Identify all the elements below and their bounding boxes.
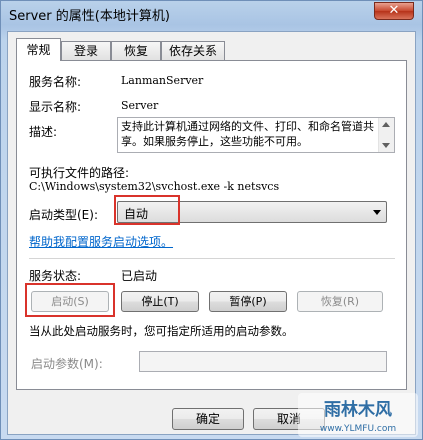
highlight-startup-type bbox=[114, 195, 180, 225]
scroll-down-icon[interactable] bbox=[382, 143, 390, 148]
description-scrollbar[interactable] bbox=[378, 118, 394, 152]
description-label: 描述: bbox=[29, 125, 58, 139]
start-params-label: 启动参数(M): bbox=[31, 357, 103, 371]
exe-path-label: 可执行文件的路径: bbox=[29, 166, 130, 180]
ok-button[interactable]: 确定 bbox=[172, 408, 244, 430]
chevron-down-icon[interactable] bbox=[373, 210, 381, 215]
service-name-value: LanmanServer bbox=[121, 74, 204, 87]
tab-logon[interactable]: 登录 bbox=[61, 41, 111, 60]
service-status-label: 服务状态: bbox=[29, 269, 82, 283]
properties-window: Server 的属性(本地计算机) ✕ 常规 登录 恢复 依存关系 服务名称: … bbox=[0, 0, 423, 440]
help-link[interactable]: 帮助我配置服务启动选项。 bbox=[29, 233, 173, 250]
tab-dependencies[interactable]: 依存关系 bbox=[161, 41, 225, 60]
pause-button[interactable]: 暂停(P) bbox=[209, 291, 287, 312]
dialog-client: 常规 登录 恢复 依存关系 服务名称: LanmanServer 显示名称: S… bbox=[7, 31, 416, 435]
scroll-up-icon[interactable] bbox=[382, 122, 390, 127]
startup-type-label: 启动类型(E): bbox=[29, 208, 98, 222]
divider bbox=[29, 258, 395, 259]
tab-general[interactable]: 常规 bbox=[16, 38, 61, 61]
highlight-start-button bbox=[25, 283, 115, 317]
tab-recovery[interactable]: 恢复 bbox=[111, 41, 161, 60]
description-value: 支持此计算机通过网络的文件、打印、和命名管道共享。如果服务停止，这些功能不可用。 bbox=[121, 120, 374, 148]
start-hint: 当从此处启动服务时，您可指定所适用的启动参数。 bbox=[29, 324, 294, 338]
watermark-url: www.YLMFU.com bbox=[320, 424, 396, 434]
description-textbox[interactable]: 支持此计算机通过网络的文件、打印、和命名管道共享。如果服务停止，这些功能不可用。 bbox=[117, 117, 395, 153]
watermark-text: 雨林木风 bbox=[324, 399, 392, 420]
start-params-input[interactable] bbox=[139, 351, 387, 372]
close-button[interactable]: ✕ bbox=[374, 2, 414, 20]
watermark-logo: 雨林木风 www.YLMFU.com bbox=[298, 393, 418, 437]
display-name-value: Server bbox=[121, 99, 159, 112]
display-name-label: 显示名称: bbox=[29, 100, 82, 114]
general-panel: 服务名称: LanmanServer 显示名称: Server 描述: 支持此计… bbox=[16, 60, 407, 390]
title-bar[interactable]: Server 的属性(本地计算机) ✕ bbox=[1, 1, 422, 25]
watermark-icon: 雨林木风 www.YLMFU.com bbox=[298, 393, 418, 437]
window-title: Server 的属性(本地计算机) bbox=[9, 9, 170, 24]
service-status-value: 已启动 bbox=[121, 269, 158, 283]
exe-path-value: C:\Windows\system32\svchost.exe -k netsv… bbox=[29, 180, 280, 193]
resume-button[interactable]: 恢复(R) bbox=[297, 291, 383, 312]
service-name-label: 服务名称: bbox=[29, 75, 82, 89]
stop-button[interactable]: 停止(T) bbox=[121, 291, 199, 312]
